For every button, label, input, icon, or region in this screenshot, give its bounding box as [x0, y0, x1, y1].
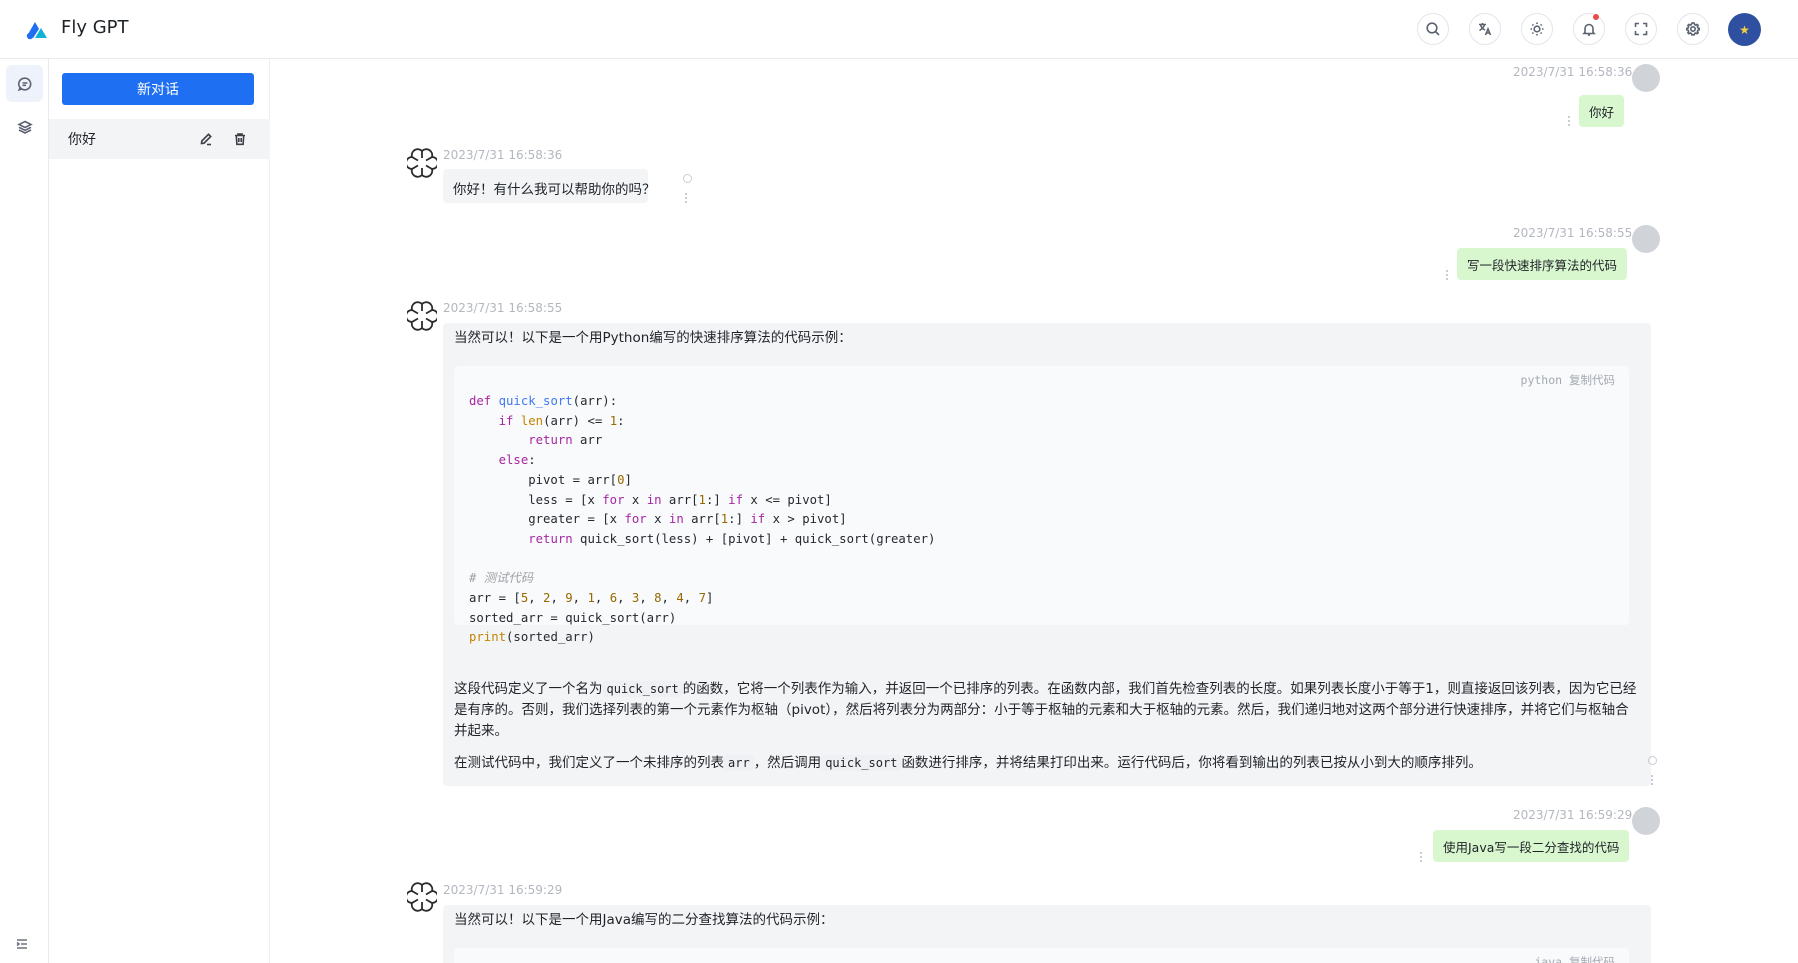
fold-icon: [16, 939, 27, 949]
user-message-avatar: [1632, 225, 1660, 253]
assistant-avatar-icon: [407, 301, 437, 331]
message-status-icon: [683, 174, 692, 183]
translate-button[interactable]: [1469, 13, 1501, 45]
conversation-label: 你好: [68, 132, 96, 148]
rail-chat-button[interactable]: [6, 65, 43, 102]
edit-conversation-button[interactable]: [197, 130, 215, 148]
theme-button[interactable]: [1521, 13, 1553, 45]
search-button[interactable]: [1417, 13, 1449, 45]
message-time: 2023/7/31 16:59:29: [443, 883, 563, 897]
collapse-sidebar-button[interactable]: [15, 936, 33, 950]
explanation-paragraph: 在测试代码中，我们定义了一个未排序的列表 arr ，然后调用 quick_sort 函数…: [454, 753, 1640, 774]
message-intro: 当然可以！以下是一个用Java编写的二分查找算法的代码示例：: [454, 912, 834, 928]
user-message-avatar: [1632, 807, 1660, 835]
message-time: 2023/7/31 16:58:36: [1513, 65, 1633, 79]
message-menu-icon[interactable]: [1651, 775, 1655, 785]
user-message-bubble: 使用Java写一段二分查找的代码: [1433, 830, 1630, 862]
message-menu-icon[interactable]: [1420, 852, 1424, 862]
new-chat-button[interactable]: 新对话: [62, 73, 254, 105]
edit-icon: [200, 133, 212, 146]
conversation-panel: 新对话 你好: [49, 59, 270, 963]
app-title: Fly GPT: [61, 17, 129, 38]
code-language: java: [1534, 955, 1563, 963]
message-menu-icon[interactable]: [1446, 270, 1450, 280]
assistant-message-bubble: 当然可以！以下是一个用Python编写的快速排序算法的代码示例： python …: [443, 323, 1651, 786]
explanation-paragraph: 这段代码定义了一个名为 quick_sort 的函数，它将一个列表作为输入，并返回一…: [454, 679, 1640, 742]
message-time: 2023/7/31 16:58:55: [1513, 226, 1633, 240]
rail-layers-button[interactable]: [6, 108, 43, 145]
text-span: ，然后调用: [753, 755, 822, 771]
code-content: def quick_sort(arr): if len(arr) <= 1: r…: [469, 394, 936, 645]
translate-icon: [1479, 23, 1492, 36]
message-time: 2023/7/31 16:59:29: [1513, 808, 1633, 822]
conversation-item[interactable]: 你好: [49, 119, 270, 159]
user-avatar[interactable]: ★: [1728, 13, 1761, 46]
user-message-bubble: 你好: [1579, 95, 1625, 127]
text-span: 函数进行排序，并将结果打印出来。运行代码后，你将看到输出的列表已按从小到大的顺序…: [901, 755, 1482, 771]
message-intro: 当然可以！以下是一个用Python编写的快速排序算法的代码示例：: [454, 330, 852, 346]
fullscreen-button[interactable]: [1625, 13, 1657, 45]
left-rail: [0, 59, 49, 963]
trash-icon: [235, 133, 245, 146]
message-menu-icon[interactable]: [1568, 116, 1572, 126]
search-icon: [1426, 22, 1440, 36]
text-span: 在测试代码中，我们定义了一个未排序的列表: [454, 755, 724, 771]
user-message-bubble: 写一段快速排序算法的代码: [1457, 248, 1628, 280]
inline-code: quick_sort: [821, 755, 902, 771]
code-block: java 复制代码: [454, 948, 1629, 963]
assistant-message-bubble: 你好！有什么我可以帮助你的吗？: [443, 169, 656, 203]
copy-code-button[interactable]: 复制代码: [1569, 955, 1615, 963]
inline-code: arr: [724, 755, 754, 771]
assistant-message-bubble: 当然可以！以下是一个用Java编写的二分查找算法的代码示例： java 复制代码: [443, 905, 1651, 963]
top-header: Fly GPT ★: [0, 0, 1798, 59]
inline-code: quick_sort: [602, 681, 683, 697]
code-language: python: [1520, 373, 1563, 387]
code-block: python 复制代码 def quick_sort(arr): if len(…: [454, 366, 1629, 644]
chat-area: 2023/7/31 16:58:36 你好 2023/7/31 16:58:36…: [270, 59, 1798, 963]
notifications-button[interactable]: [1573, 13, 1605, 45]
code-header: java 复制代码: [1534, 954, 1615, 963]
message-menu-icon[interactable]: [685, 193, 689, 203]
notification-dot: [1593, 14, 1599, 20]
layers-icon: [16, 120, 33, 134]
delete-conversation-button[interactable]: [231, 130, 249, 148]
assistant-avatar-icon: [407, 882, 437, 912]
bell-icon: [1582, 23, 1596, 36]
text-span: 这段代码定义了一个名为: [454, 681, 603, 697]
logo-icon: [26, 22, 47, 40]
user-message-avatar: [1632, 64, 1660, 92]
theme-icon: [1530, 22, 1544, 36]
code-header: python 复制代码: [1521, 372, 1615, 388]
copy-code-button[interactable]: 复制代码: [1569, 373, 1615, 387]
chat-icon: [17, 76, 31, 91]
fullscreen-icon: [1634, 22, 1648, 36]
message-status-icon: [1648, 756, 1657, 765]
gear-icon: [1686, 21, 1700, 36]
assistant-avatar-icon: [407, 148, 437, 178]
message-time: 2023/7/31 16:58:36: [443, 148, 563, 162]
message-time: 2023/7/31 16:58:55: [443, 301, 563, 315]
settings-button[interactable]: [1677, 13, 1709, 45]
